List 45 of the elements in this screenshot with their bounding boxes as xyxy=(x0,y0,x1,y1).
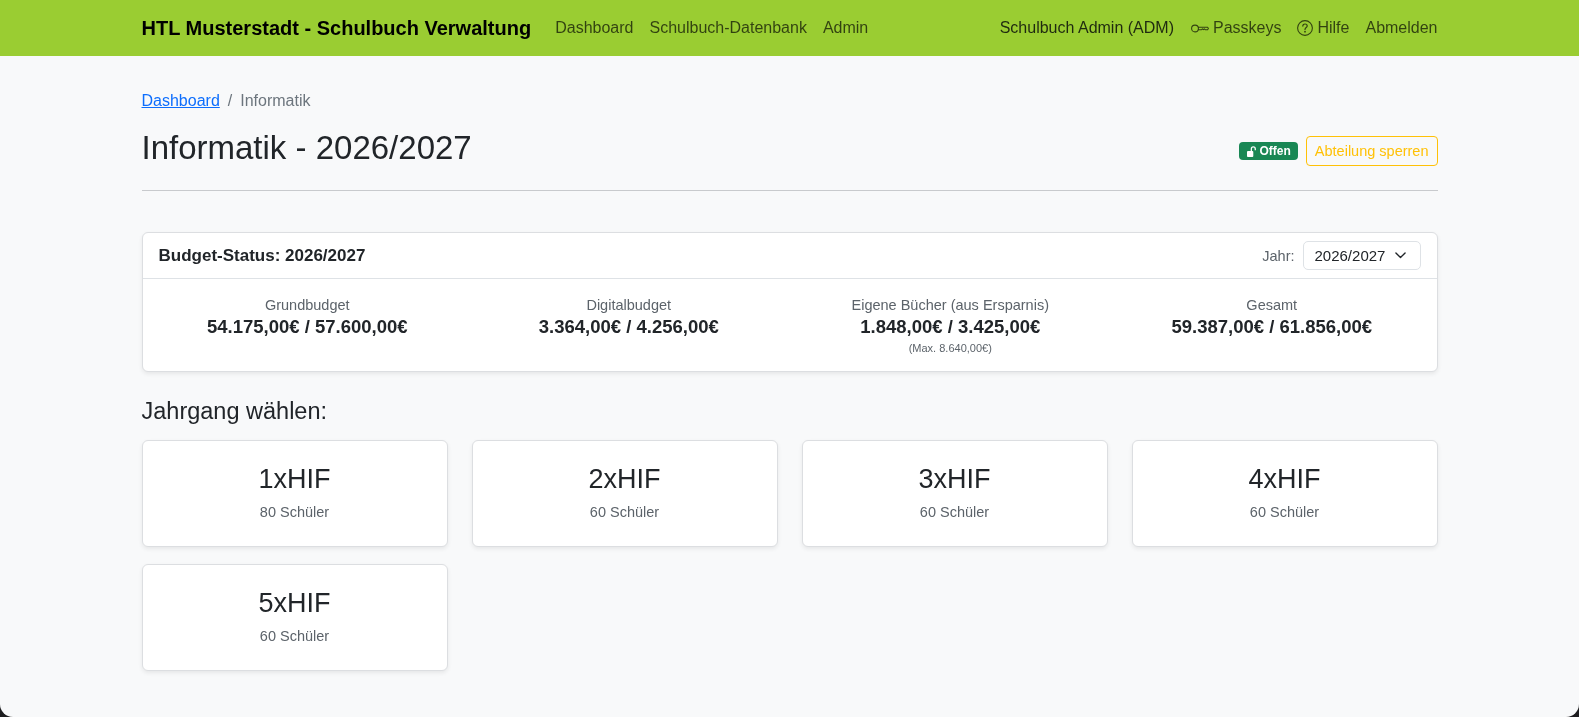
nav-link[interactable]: Passkeys xyxy=(1182,16,1290,40)
class-name: 5xHIF xyxy=(257,587,332,619)
nav-link[interactable]: Abmelden xyxy=(1357,16,1446,40)
student-count: 60 Schüler xyxy=(588,503,661,522)
section-heading: Jahrgang wählen: xyxy=(141,397,329,426)
budget-amount: 54.175,00€ / 57.600,00€ xyxy=(205,316,409,338)
nav-link[interactable]: Schulbuch-Datenbank xyxy=(641,16,815,40)
chevron-down-icon xyxy=(1394,252,1406,259)
student-count: 60 Schüler xyxy=(1248,503,1321,522)
budget-label: Gesamt xyxy=(1245,296,1299,315)
class-card[interactable]: 4xHIF 60 Schüler xyxy=(1131,440,1438,547)
breadcrumb-separator: / xyxy=(227,91,233,111)
budget-max-note: (Max. 8.640,00€) xyxy=(907,341,993,355)
breadcrumb-current: Informatik xyxy=(240,91,311,111)
class-card[interactable]: 3xHIF 60 Schüler xyxy=(801,440,1108,547)
class-name: 4xHIF xyxy=(1247,463,1322,495)
nav-link[interactable]: Dashboard xyxy=(547,16,642,40)
class-card[interactable]: 2xHIF 60 Schüler xyxy=(471,440,778,547)
page-title: Informatik - 2026/2027 xyxy=(141,128,472,168)
user-name: Schulbuch Admin (ADM) xyxy=(999,19,1174,37)
help-icon xyxy=(1297,20,1314,36)
class-name: 3xHIF xyxy=(917,463,992,495)
brand-title[interactable]: HTL Musterstadt - Schulbuch Verwaltung xyxy=(141,16,532,40)
budget-label: Eigene Bücher (aus Ersparnis) xyxy=(850,296,1050,315)
nav-link[interactable]: Admin xyxy=(814,16,877,40)
breadcrumb-link[interactable]: Dashboard xyxy=(141,89,220,113)
class-card[interactable]: 1xHIF 80 Schüler xyxy=(141,440,448,547)
student-count: 60 Schüler xyxy=(258,627,331,646)
nav-link[interactable]: Hilfe xyxy=(1289,16,1358,40)
key-icon xyxy=(1190,23,1209,33)
year-label: Jahr: xyxy=(1262,247,1295,264)
class-name: 1xHIF xyxy=(257,463,332,495)
budget-amount: 1.848,00€ / 3.425,00€ xyxy=(859,316,1042,338)
year-select[interactable]: 2026/2027 xyxy=(1302,241,1421,270)
student-count: 60 Schüler xyxy=(918,503,991,522)
budget-amount: 59.387,00€ / 61.856,00€ xyxy=(1170,316,1374,338)
class-card[interactable]: 5xHIF 60 Schüler xyxy=(141,564,448,671)
budget-amount: 3.364,00€ / 4.256,00€ xyxy=(537,316,720,338)
unlock-icon xyxy=(1247,145,1257,157)
status-badge: Offen xyxy=(1239,142,1298,160)
budget-title: Budget-Status: 2026/2027 xyxy=(158,245,366,266)
class-name: 2xHIF xyxy=(587,463,662,495)
budget-label: Grundbudget xyxy=(263,296,351,315)
student-count: 80 Schüler xyxy=(258,503,331,522)
budget-label: Digitalbudget xyxy=(585,296,673,315)
